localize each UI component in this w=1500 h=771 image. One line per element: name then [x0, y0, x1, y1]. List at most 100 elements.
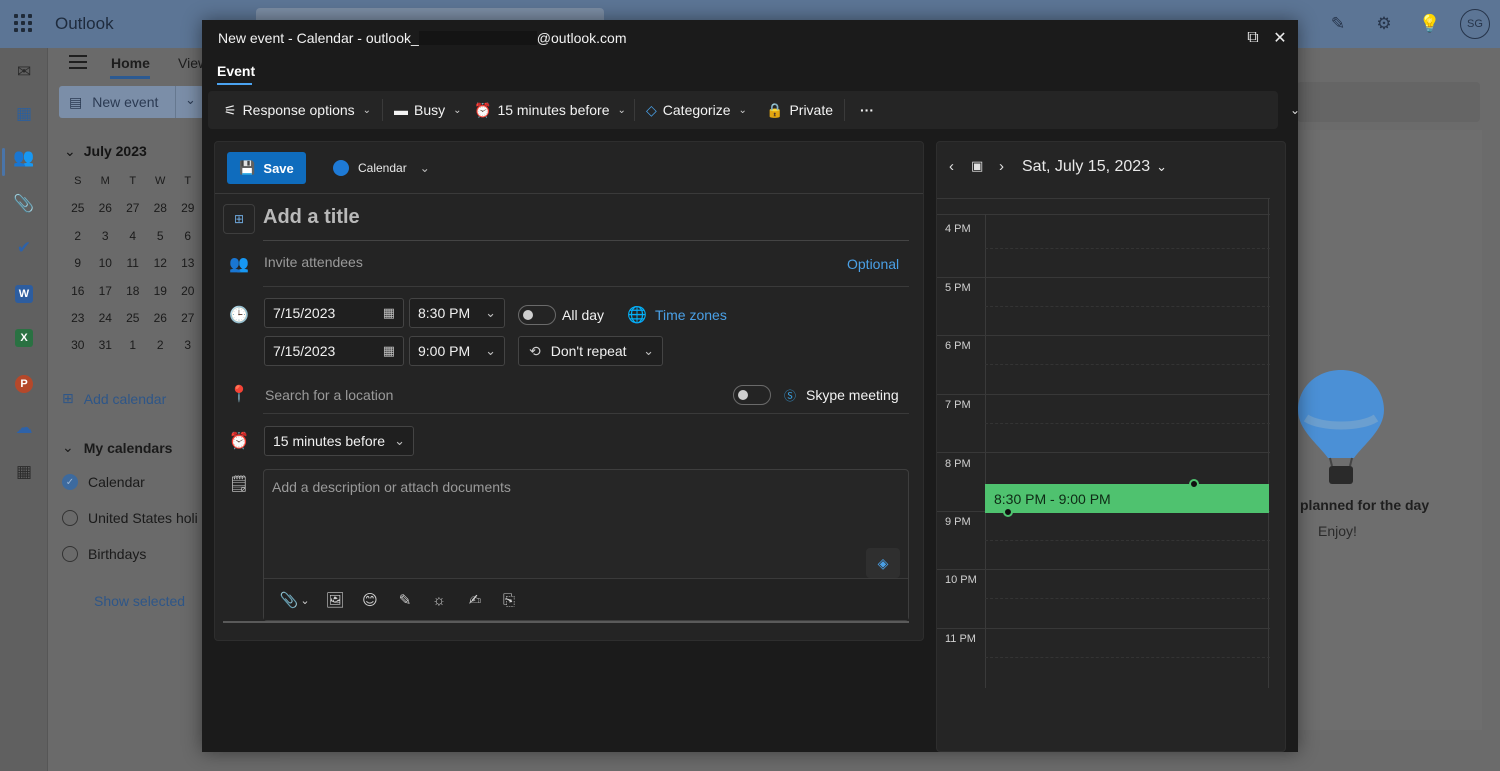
- calendar-icon[interactable]: ▦: [12, 102, 36, 126]
- calendar-selector[interactable]: Calendar ⌄: [333, 152, 430, 184]
- end-time-select[interactable]: 9:00 PM ⌄: [409, 336, 505, 366]
- mini-month-title[interactable]: ⌄ July 2023: [64, 143, 147, 160]
- excel-icon[interactable]: X: [12, 326, 36, 350]
- people-icon[interactable]: 👥: [12, 146, 36, 170]
- description-editor[interactable]: Add a description or attach documents ◈ …: [263, 469, 909, 621]
- show-selected-link[interactable]: Show selected: [94, 593, 185, 609]
- mini-day[interactable]: 23: [64, 309, 92, 327]
- mini-day[interactable]: 25: [64, 199, 92, 217]
- mini-day[interactable]: 30: [64, 336, 92, 354]
- ribbon-expand-icon[interactable]: ⌄: [1290, 103, 1300, 117]
- signature-icon[interactable]: ✍: [464, 589, 486, 611]
- popout-icon[interactable]: ⧉: [1242, 27, 1264, 49]
- mini-day[interactable]: 3: [174, 336, 202, 354]
- attach-icon[interactable]: 📎: [12, 192, 36, 216]
- end-date-input[interactable]: 7/15/2023 ▦: [264, 336, 404, 366]
- prev-day-icon[interactable]: ‹: [949, 158, 954, 175]
- mini-day[interactable]: 31: [92, 336, 120, 354]
- mini-day[interactable]: 19: [147, 282, 175, 300]
- calendar-picker-icon[interactable]: ▦: [383, 343, 395, 359]
- busy-button[interactable]: ▬ Busy ⌄: [394, 91, 462, 129]
- mini-day[interactable]: 4: [119, 227, 147, 245]
- mini-day[interactable]: 16: [64, 282, 92, 300]
- reminder-select[interactable]: 15 minutes before ⌄: [264, 426, 414, 456]
- skype-toggle[interactable]: [733, 385, 771, 405]
- brightness-icon[interactable]: ☼: [428, 589, 450, 611]
- day-time-grid[interactable]: 4 PM 5 PM 6 PM 7 PM 8 PM 9 PM 10 PM 11 P…: [937, 198, 1270, 688]
- word-icon[interactable]: W: [12, 282, 36, 306]
- mini-day[interactable]: 2: [64, 227, 92, 245]
- title-template-icon[interactable]: ⊞: [223, 204, 255, 234]
- repeat-select[interactable]: ⟲ Don't repeat ⌄: [518, 336, 663, 366]
- mini-day[interactable]: 20: [174, 282, 202, 300]
- all-day-toggle[interactable]: [518, 305, 556, 325]
- mini-day[interactable]: 25: [119, 309, 147, 327]
- mini-day[interactable]: 2: [147, 336, 175, 354]
- add-calendar-link[interactable]: ⊞ Add calendar: [62, 390, 166, 407]
- time-zones-link[interactable]: Time zones: [655, 307, 727, 323]
- new-event-button[interactable]: ▤ New event ⌄: [59, 86, 204, 118]
- mini-day[interactable]: 6: [174, 227, 202, 245]
- calendar-picker-icon[interactable]: ▦: [383, 305, 395, 321]
- mini-day[interactable]: 27: [119, 199, 147, 217]
- reminder-button[interactable]: ⏰ 15 minutes before ⌄: [474, 91, 626, 129]
- tab-home[interactable]: Home: [111, 55, 150, 71]
- my-calendars-header[interactable]: ⌄ My calendars: [62, 439, 172, 456]
- hamburger-icon[interactable]: [69, 55, 87, 69]
- feedback-icon[interactable]: ✎: [1322, 8, 1354, 40]
- mini-day[interactable]: 9: [64, 254, 92, 272]
- next-day-icon[interactable]: ›: [999, 158, 1004, 175]
- mini-day[interactable]: 27: [174, 309, 202, 327]
- gem-icon[interactable]: ◈: [866, 548, 900, 578]
- close-icon[interactable]: ✕: [1269, 27, 1291, 49]
- mini-day[interactable]: 10: [92, 254, 120, 272]
- private-button[interactable]: 🔒 Private: [766, 91, 833, 129]
- day-view-date[interactable]: Sat, July 15, 2023 ⌄: [1022, 158, 1167, 176]
- mini-day[interactable]: 28: [147, 199, 175, 217]
- image-icon[interactable]: 🖼: [324, 589, 346, 611]
- mini-day[interactable]: 12: [147, 254, 175, 272]
- resize-handle-bottom[interactable]: [1003, 507, 1013, 517]
- mini-day[interactable]: 26: [92, 199, 120, 217]
- mini-day[interactable]: 26: [147, 309, 175, 327]
- more-apps-icon[interactable]: ▦: [12, 460, 36, 484]
- today-icon[interactable]: ▣: [971, 158, 983, 174]
- chevron-down-icon[interactable]: ⌄: [185, 92, 196, 108]
- mini-day[interactable]: 18: [119, 282, 147, 300]
- powerpoint-icon[interactable]: P: [12, 372, 36, 396]
- todo-icon[interactable]: ✔: [12, 236, 36, 260]
- attendees-input[interactable]: Invite attendees: [264, 254, 363, 270]
- chevron-down-icon[interactable]: ⌄: [294, 589, 316, 611]
- title-input[interactable]: Add a title: [263, 206, 360, 229]
- mini-day[interactable]: 1: [119, 336, 147, 354]
- tab-event[interactable]: Event: [217, 63, 255, 79]
- settings-icon[interactable]: ⚙: [1368, 8, 1400, 40]
- start-time-select[interactable]: 8:30 PM ⌄: [409, 298, 505, 328]
- categorize-button[interactable]: ◇ Categorize ⌄: [646, 91, 747, 129]
- highlighter-icon[interactable]: ✎: [394, 589, 416, 611]
- calendar-list-item[interactable]: ✓ Calendar: [62, 474, 145, 490]
- avatar[interactable]: SG: [1460, 9, 1490, 39]
- tips-icon[interactable]: 💡: [1414, 8, 1446, 40]
- more-options-button[interactable]: ···: [860, 91, 874, 129]
- mini-day[interactable]: 13: [174, 254, 202, 272]
- mail-icon[interactable]: ✉: [12, 60, 36, 84]
- calendar-list-item[interactable]: Birthdays: [62, 546, 146, 562]
- app-launcher-icon[interactable]: [14, 14, 32, 32]
- mini-day[interactable]: 24: [92, 309, 120, 327]
- loop-component-icon[interactable]: ⎘: [498, 589, 520, 611]
- calendar-list-item[interactable]: United States holi: [62, 510, 198, 526]
- mini-day[interactable]: 17: [92, 282, 120, 300]
- mini-day[interactable]: 5: [147, 227, 175, 245]
- mini-day[interactable]: 3: [92, 227, 120, 245]
- start-date-input[interactable]: 7/15/2023 ▦: [264, 298, 404, 328]
- new-event-block[interactable]: 8:30 PM - 9:00 PM: [985, 484, 1269, 513]
- onedrive-icon[interactable]: ☁: [12, 416, 36, 440]
- save-button[interactable]: 💾 Save: [227, 152, 306, 184]
- location-input[interactable]: Search for a location: [265, 387, 393, 403]
- mini-day[interactable]: 11: [119, 254, 147, 272]
- optional-link[interactable]: Optional: [847, 256, 899, 272]
- emoji-icon[interactable]: 😊: [359, 589, 381, 611]
- mini-day[interactable]: 29: [174, 199, 202, 217]
- response-options-button[interactable]: ⚟ Response options ⌄: [224, 91, 371, 129]
